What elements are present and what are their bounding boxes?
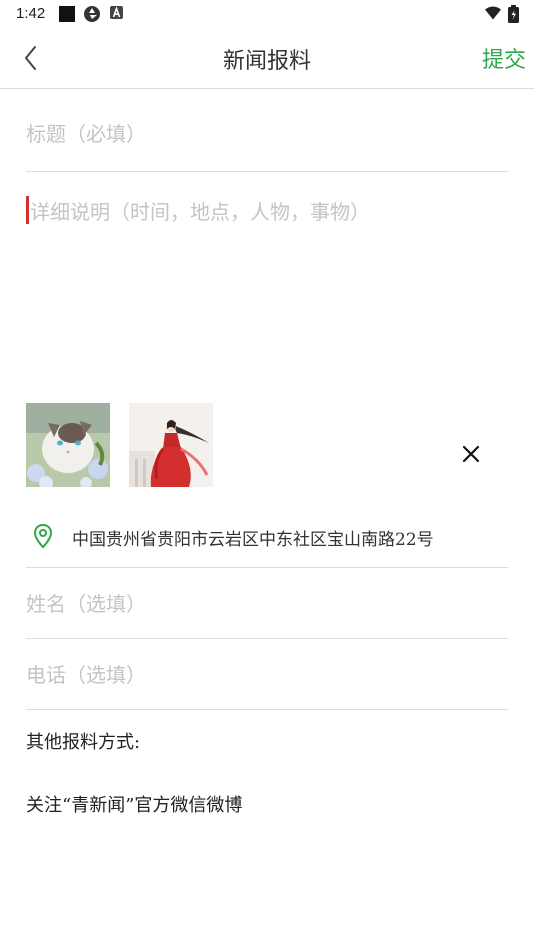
- name-placeholder: 姓名（选填）: [26, 592, 146, 616]
- title-input[interactable]: 标题（必填）: [26, 100, 508, 172]
- app-bar: 新闻报料 提交: [0, 28, 534, 89]
- square-icon: [59, 6, 75, 22]
- location-row[interactable]: 中国贵州省贵阳市云岩区中东社区宝山南路22号: [26, 505, 508, 568]
- status-bar: 1:42: [0, 0, 534, 28]
- status-time: 1:42: [16, 5, 46, 22]
- close-icon[interactable]: [460, 443, 482, 465]
- other-methods-text: 关注“青新闻”官方微信微博: [26, 795, 243, 816]
- red-dress-photo-image: [129, 403, 213, 487]
- aperture-icon: [84, 6, 100, 22]
- other-methods-heading: 其他报料方式:: [26, 732, 141, 753]
- phone-placeholder: 电话（选填）: [26, 663, 146, 687]
- title-placeholder: 标题（必填）: [26, 122, 146, 146]
- battery-icon: [508, 5, 519, 23]
- map-pin-icon: [33, 523, 53, 549]
- wifi-icon: [485, 6, 501, 20]
- phone-input[interactable]: 电话（选填）: [26, 639, 508, 710]
- name-input[interactable]: 姓名（选填）: [26, 568, 508, 639]
- page-title: 新闻报料: [222, 49, 311, 74]
- cat-photo-image: [26, 403, 110, 487]
- attached-image-cat[interactable]: [26, 403, 110, 487]
- text-cursor: [26, 196, 29, 224]
- detail-textarea[interactable]: 详细说明（时间，地点，人物，事物）: [26, 190, 508, 390]
- location-text: 中国贵州省贵阳市云岩区中东社区宝山南路22号: [72, 530, 434, 550]
- submit-button[interactable]: 提交: [482, 42, 526, 74]
- a-box-icon: [110, 6, 123, 19]
- detail-placeholder: 详细说明（时间，地点，人物，事物）: [30, 200, 370, 224]
- attached-image-red-dress[interactable]: [129, 403, 213, 487]
